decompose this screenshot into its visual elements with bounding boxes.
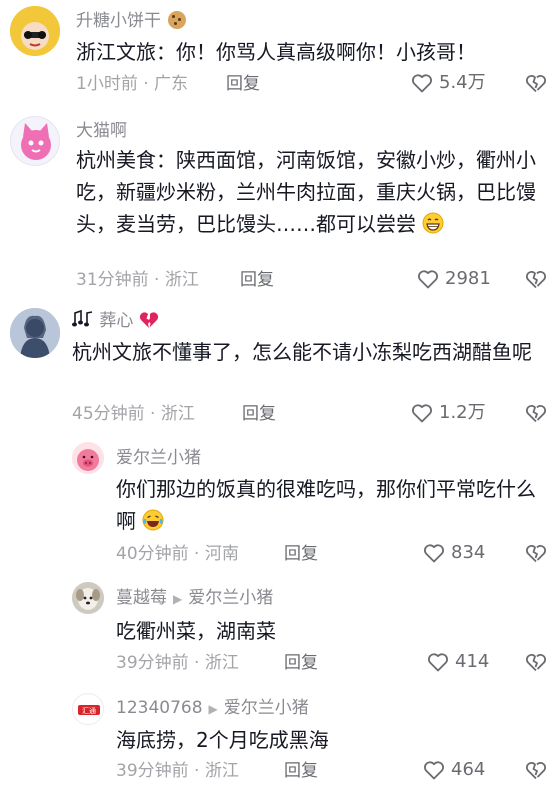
username[interactable]: 爱尔兰小猪 (116, 447, 201, 469)
comment-time-location: 39分钟前 · 浙江 (116, 761, 239, 781)
like-count: 834 (451, 542, 486, 563)
avatar[interactable] (10, 116, 60, 166)
username[interactable]: 升糖小饼干 (76, 10, 187, 32)
like-button[interactable]: 2981 (416, 267, 491, 291)
comment-time-location: 45分钟前 · 浙江 (72, 404, 195, 424)
username[interactable]: 葬心 (72, 309, 159, 332)
avatar-image (72, 582, 104, 614)
comment-time-location: 31分钟前 · 浙江 (76, 270, 199, 290)
like-button[interactable]: 464 (422, 758, 485, 782)
broken-heart-emoji (139, 312, 158, 328)
comment: 升糖小饼干 浙江文旅：你！你骂人真高级啊你！小孩哥！ 1小时前 · 广东 回复 … (0, 0, 556, 110)
broken-heart-icon[interactable] (524, 267, 548, 291)
heart-icon (424, 761, 444, 780)
avatar[interactable] (10, 6, 60, 56)
reply: 爱尔兰小猪 你们那边的饭真的很难吃吗，那你们平常吃什么啊 40分钟前 · 河南 … (0, 430, 556, 570)
avatar[interactable] (72, 582, 104, 614)
heart-icon (418, 270, 438, 289)
avatar-image (10, 6, 60, 56)
laugh-cry-emoji (142, 509, 164, 531)
like-button[interactable]: 834 (422, 541, 485, 565)
username[interactable]: 12340768 ▶ 爱尔兰小猪 (116, 697, 309, 720)
broken-heart-icon[interactable] (524, 758, 548, 782)
avatar[interactable] (72, 442, 104, 474)
avatar-badge-text: 汇通 (82, 706, 96, 715)
comment-text: 吃衢州菜，湖南菜 (116, 619, 276, 643)
reply-to-username[interactable]: 爱尔兰小猪 (188, 588, 273, 608)
comment-time-location: 1小时前 · 广东 (76, 74, 189, 94)
reply-button[interactable]: 回复 (284, 652, 318, 674)
comment-text: 浙江文旅：你！你骂人真高级啊你！小孩哥！ (76, 40, 476, 64)
cookie-emoji (168, 11, 187, 29)
comment: 葬心 杭州文旅不懂事了，怎么能不请小冻梨吃西湖醋鱼呢 45分钟前 · 浙江 回复… (0, 300, 556, 430)
reply-button[interactable]: 回复 (284, 760, 318, 782)
like-count: 414 (455, 651, 490, 672)
heart-icon (412, 74, 432, 93)
like-button[interactable]: 1.2万 (410, 401, 486, 425)
like-count: 5.4万 (439, 72, 486, 93)
like-count: 2981 (445, 268, 491, 289)
avatar-image (21, 123, 51, 160)
comment-text: 杭州美食：陕西面馆，河南饭馆，安徽小炒，衢州小吃，新疆炒米粉，兰州牛肉拉面，重庆… (76, 148, 536, 236)
comment-text: 海底捞，2个月吃成黑海 (116, 728, 329, 752)
comment-text: 杭州文旅不懂事了，怎么能不请小冻梨吃西湖醋鱼呢 (72, 340, 532, 364)
avatar-image (72, 442, 104, 474)
username[interactable]: 蔓越莓 ▶ 爱尔兰小猪 (116, 587, 273, 610)
broken-heart-icon[interactable] (524, 650, 548, 674)
reply: 蔓越莓 ▶ 爱尔兰小猪 吃衢州菜，湖南菜 39分钟前 · 浙江 回复 414 (0, 570, 556, 680)
reply-to-username[interactable]: 爱尔兰小猪 (224, 698, 309, 718)
avatar-image (10, 308, 60, 358)
music-note-icon (72, 309, 93, 327)
reply-button[interactable]: 回复 (240, 269, 274, 291)
broken-heart-icon[interactable] (524, 71, 548, 95)
comment-time-location: 40分钟前 · 河南 (116, 544, 239, 564)
reply: 汇通 12340768 ▶ 爱尔兰小猪 海底捞，2个月吃成黑海 39分钟前 · 浙江… (0, 680, 556, 787)
reply-button[interactable]: 回复 (242, 403, 276, 425)
like-button[interactable]: 5.4万 (410, 71, 486, 95)
reply-button[interactable]: 回复 (284, 543, 318, 565)
like-button[interactable]: 414 (426, 650, 489, 674)
heart-icon (428, 653, 448, 672)
avatar[interactable]: 汇通 (72, 693, 104, 725)
avatar[interactable] (10, 308, 60, 358)
broken-heart-icon[interactable] (524, 401, 548, 425)
comment-time-location: 39分钟前 · 浙江 (116, 653, 239, 673)
comment: 大猫啊 杭州美食：陕西面馆，河南饭馆，安徽小炒，衢州小吃，新疆炒米粉，兰州牛肉拉… (0, 110, 556, 300)
comment-text: 你们那边的饭真的很难吃吗，那你们平常吃什么啊 (116, 477, 536, 533)
reply-arrow-icon: ▶ (173, 592, 183, 606)
heart-icon (412, 404, 432, 423)
grin-emoji (422, 212, 444, 234)
reply-arrow-icon: ▶ (208, 702, 218, 716)
broken-heart-icon[interactable] (524, 541, 548, 565)
like-count: 464 (451, 759, 486, 780)
reply-button[interactable]: 回复 (226, 73, 260, 95)
like-count: 1.2万 (439, 402, 486, 423)
avatar-image: 汇通 (73, 694, 103, 724)
heart-icon (424, 544, 444, 563)
username[interactable]: 大猫啊 (76, 120, 127, 142)
